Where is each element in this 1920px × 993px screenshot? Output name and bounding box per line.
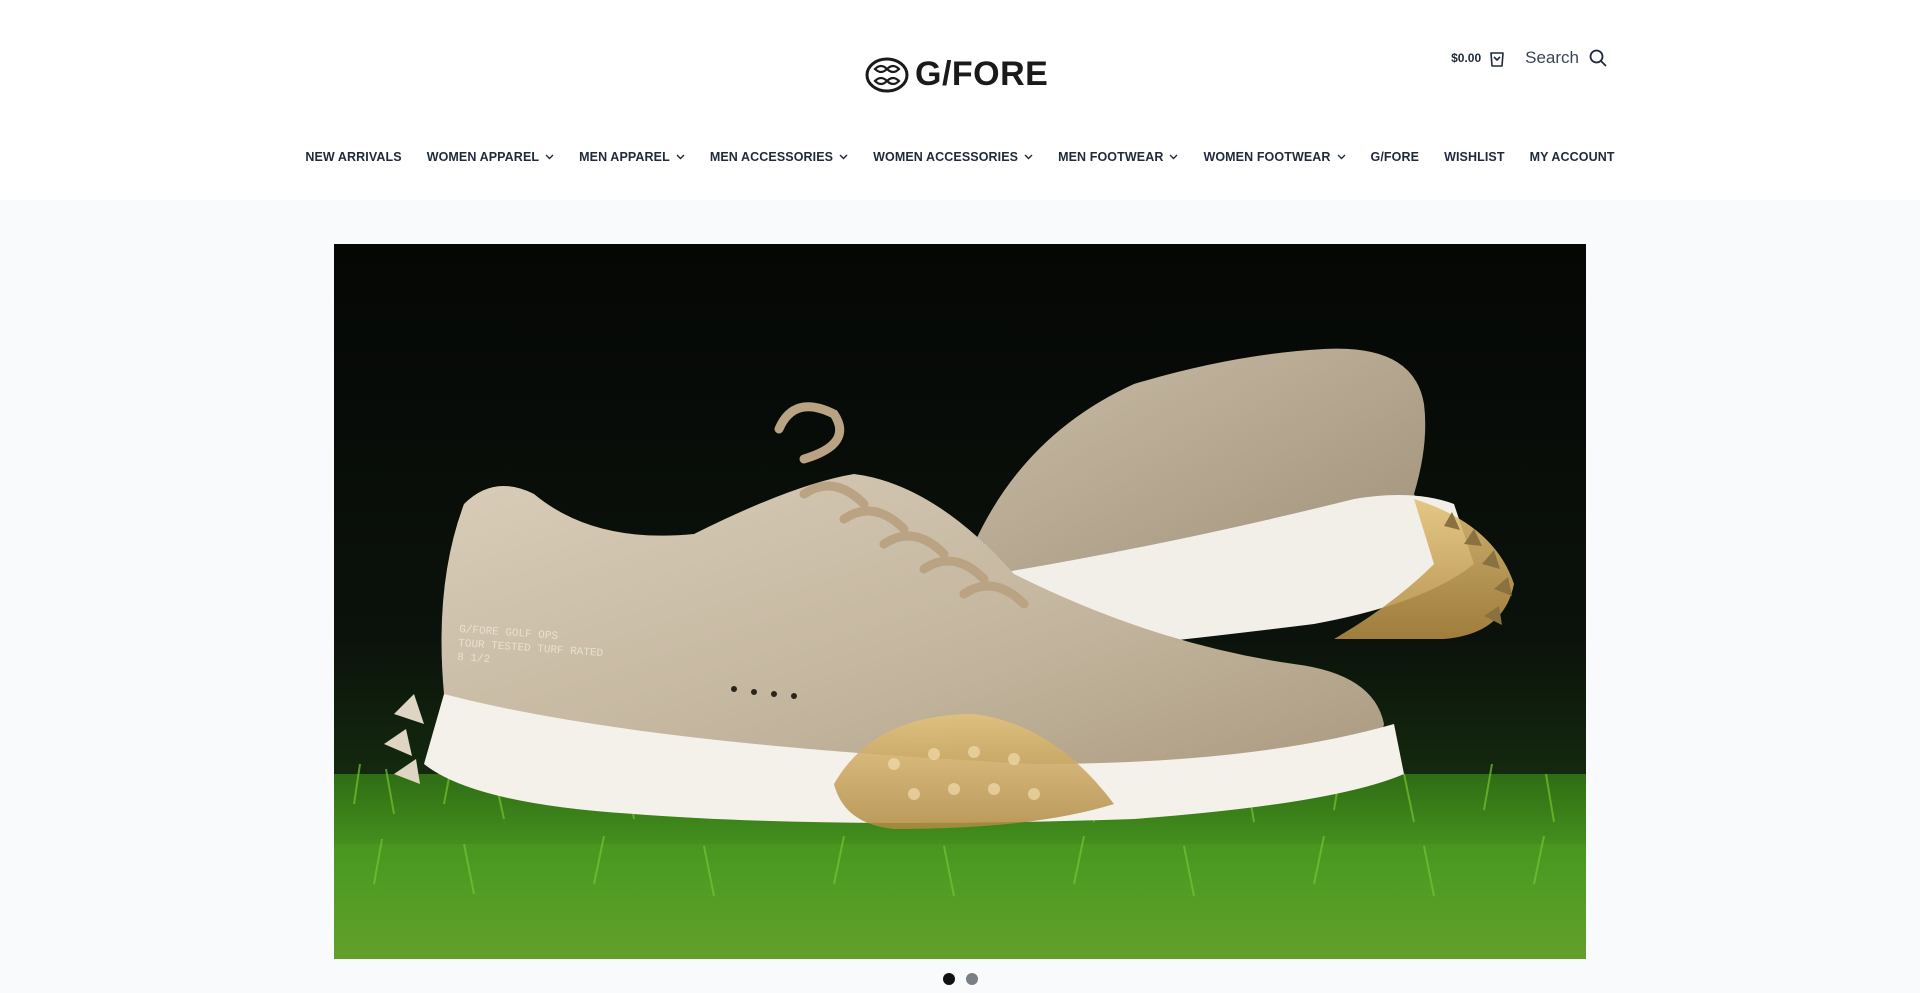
- cart-icon: [1490, 52, 1504, 67]
- chevron-down-icon: [676, 154, 685, 160]
- slider-pagination: [0, 973, 1920, 985]
- golf-shoes-illustration: G/FORE GOLF OPS TOUR TESTED TURF RATED 8…: [334, 244, 1586, 959]
- nav-label: G/FORE: [1370, 150, 1420, 164]
- nav-label: MEN FOOTWEAR: [1058, 150, 1164, 164]
- site-header: G/FORE $0.00 Search NEW ARRIVALS WOMEN A…: [0, 0, 1920, 200]
- hero-image[interactable]: G/FORE GOLF OPS TOUR TESTED TURF RATED 8…: [334, 244, 1586, 959]
- slide-dot-1[interactable]: [942, 973, 955, 985]
- nav-label: MY ACCOUNT: [1529, 150, 1615, 164]
- nav-label: WOMEN ACCESSORIES: [873, 150, 1019, 164]
- main-nav: NEW ARRIVALS WOMEN APPAREL MEN APPAREL M…: [0, 150, 1920, 164]
- nav-label: WISHLIST: [1444, 150, 1505, 164]
- search-icon: [1589, 49, 1607, 67]
- nav-wishlist[interactable]: WISHLIST: [1444, 150, 1505, 164]
- chevron-down-icon: [1337, 154, 1346, 160]
- nav-new-arrivals[interactable]: NEW ARRIVALS: [305, 150, 401, 164]
- header-tools: $0.00 Search: [1451, 48, 1607, 68]
- nav-my-account[interactable]: MY ACCOUNT: [1530, 150, 1615, 164]
- search-button[interactable]: Search: [1525, 48, 1607, 68]
- nav-label: MEN ACCESSORIES: [709, 150, 834, 164]
- nav-label: WOMEN FOOTWEAR: [1203, 150, 1331, 164]
- search-label: Search: [1525, 48, 1579, 67]
- chevron-down-icon: [1024, 154, 1033, 160]
- gfore-logo-icon: [865, 57, 909, 92]
- svg-text:8 1/2: 8 1/2: [457, 652, 491, 666]
- chevron-down-icon: [545, 154, 554, 160]
- brand-logo[interactable]: G/FORE: [865, 55, 1048, 94]
- nav-women-accessories[interactable]: WOMEN ACCESSORIES: [873, 150, 1033, 164]
- brand-logo-text: G/FORE: [915, 55, 1049, 93]
- nav-label: NEW ARRIVALS: [305, 150, 402, 164]
- slide-dot-2[interactable]: [965, 973, 978, 985]
- nav-men-footwear[interactable]: MEN FOOTWEAR: [1058, 150, 1178, 164]
- nav-label: WOMEN APPAREL: [426, 150, 540, 164]
- nav-label: MEN APPAREL: [579, 150, 670, 164]
- nav-women-footwear[interactable]: WOMEN FOOTWEAR: [1203, 150, 1346, 164]
- cart-button[interactable]: $0.00: [1451, 49, 1505, 67]
- cart-total: $0.00: [1451, 51, 1482, 65]
- nav-gfore[interactable]: G/FORE: [1371, 150, 1420, 164]
- nav-women-apparel[interactable]: WOMEN APPAREL: [427, 150, 554, 164]
- nav-men-accessories[interactable]: MEN ACCESSORIES: [710, 150, 848, 164]
- chevron-down-icon: [839, 154, 848, 160]
- nav-men-apparel[interactable]: MEN APPAREL: [579, 150, 685, 164]
- chevron-down-icon: [1169, 154, 1178, 160]
